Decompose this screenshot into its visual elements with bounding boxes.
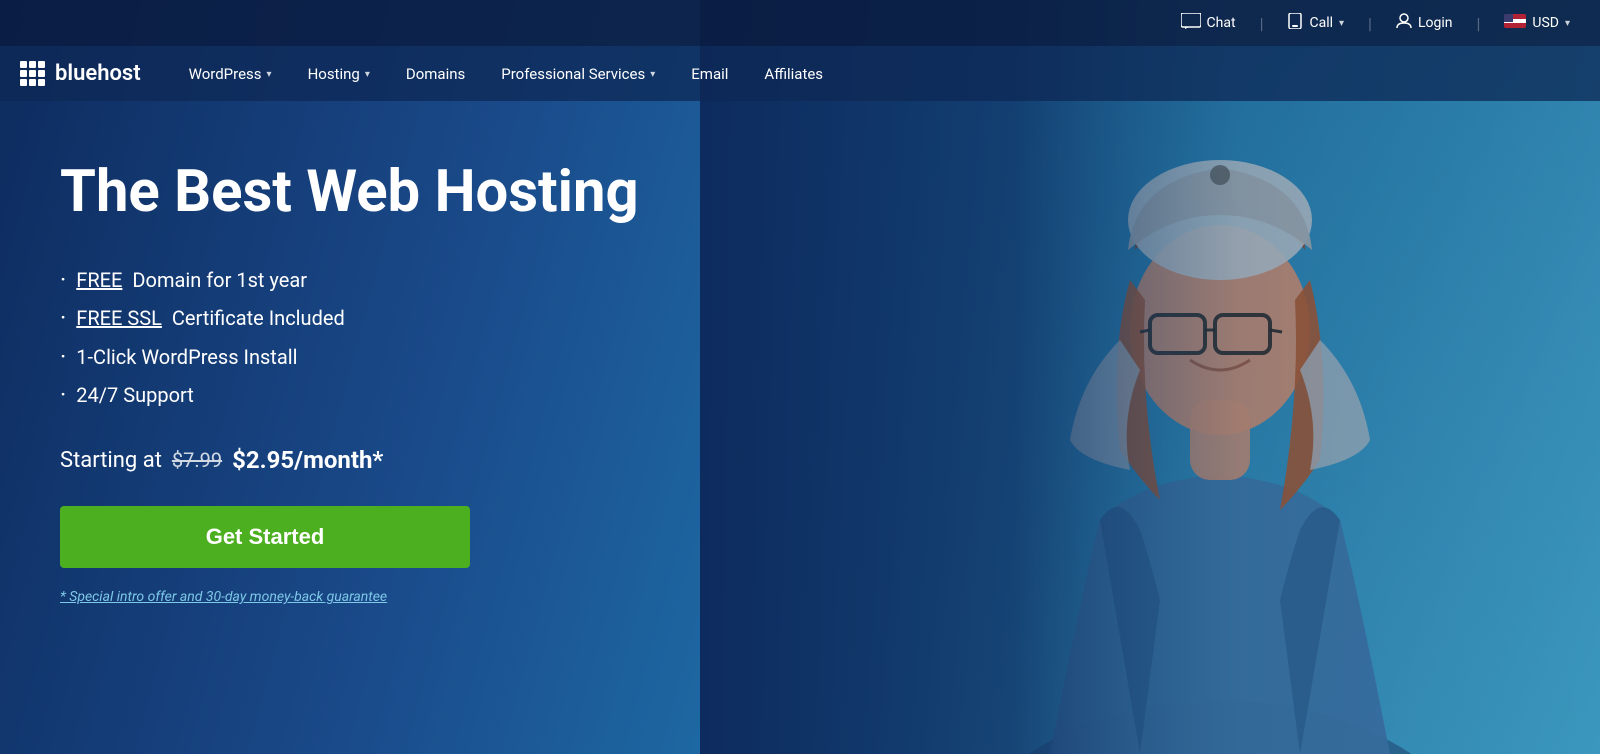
nav-item-email[interactable]: Email [673, 46, 746, 101]
disclaimer-link[interactable]: * Special intro offer and 30-day money-b… [60, 589, 387, 605]
call-label: Call [1309, 15, 1333, 31]
wordpress-dropdown-icon: ▾ [267, 69, 272, 80]
hero-section: The Best Web Hosting FREE Domain for 1st… [0, 101, 700, 605]
feature-support-text: 24/7 Support [76, 379, 194, 411]
currency-label: USD [1532, 15, 1559, 31]
logo-grid-icon [20, 61, 45, 86]
currency-dropdown-icon: ▾ [1565, 18, 1570, 29]
separator-2: | [1368, 14, 1372, 33]
user-icon [1396, 13, 1412, 33]
nav-item-domains[interactable]: Domains [388, 46, 483, 101]
brand-name: bluehost [55, 61, 141, 86]
hero-title: The Best Web Hosting [60, 161, 640, 225]
professional-services-dropdown-icon: ▾ [650, 69, 655, 80]
nav-label-professional-services: Professional Services [501, 65, 645, 83]
login-link[interactable]: Login [1396, 13, 1453, 33]
login-label: Login [1418, 15, 1453, 31]
feature-list: FREE Domain for 1st year FREE SSL Certif… [60, 261, 640, 415]
logo[interactable]: bluehost [20, 61, 141, 86]
nav-item-professional-services[interactable]: Professional Services ▾ [483, 46, 673, 101]
feature-free-domain-highlight: FREE [76, 264, 122, 296]
nav-item-affiliates[interactable]: Affiliates [746, 46, 841, 101]
feature-free-ssl-highlight: FREE SSL [76, 302, 162, 334]
pricing-prefix: Starting at [60, 448, 162, 473]
call-dropdown-icon: ▾ [1339, 18, 1344, 29]
feature-item-support: 24/7 Support [60, 376, 640, 414]
nav-label-affiliates: Affiliates [764, 65, 823, 83]
nav-item-wordpress[interactable]: WordPress ▾ [171, 46, 290, 101]
separator-3: | [1476, 14, 1480, 33]
hosting-dropdown-icon: ▾ [365, 69, 370, 80]
chat-link[interactable]: Chat [1181, 13, 1236, 33]
call-link[interactable]: Call ▾ [1287, 13, 1344, 33]
nav-label-email: Email [691, 65, 728, 83]
nav-item-hosting[interactable]: Hosting ▾ [290, 46, 388, 101]
top-bar: Chat | Call ▾ | Login | [0, 0, 1600, 46]
phone-icon [1287, 13, 1303, 33]
nav-label-wordpress: WordPress [189, 65, 262, 83]
nav-label-domains: Domains [406, 65, 465, 83]
get-started-button[interactable]: Get Started [60, 506, 470, 568]
feature-wordpress-text: 1-Click WordPress Install [76, 341, 297, 373]
feature-item-ssl: FREE SSL Certificate Included [60, 299, 640, 337]
hero-person-image [700, 0, 1600, 754]
new-price: $2.95/month* [232, 446, 383, 474]
chat-label: Chat [1207, 15, 1236, 31]
separator-1: | [1260, 14, 1264, 33]
chat-icon [1181, 13, 1201, 33]
feature-item-wordpress: 1-Click WordPress Install [60, 338, 640, 376]
nav-label-hosting: Hosting [308, 65, 360, 83]
feature-free-ssl-text: Certificate Included [172, 302, 345, 334]
feature-free-domain-text: Domain for 1st year [132, 264, 307, 296]
old-price: $7.99 [172, 448, 222, 472]
currency-selector[interactable]: USD ▾ [1504, 14, 1570, 32]
nav-bar: bluehost WordPress ▾ Hosting ▾ Domains P… [0, 46, 1600, 101]
pricing-area: Starting at $7.99 $2.95/month* [60, 446, 640, 474]
flag-icon [1504, 14, 1526, 32]
feature-item-domain: FREE Domain for 1st year [60, 261, 640, 299]
